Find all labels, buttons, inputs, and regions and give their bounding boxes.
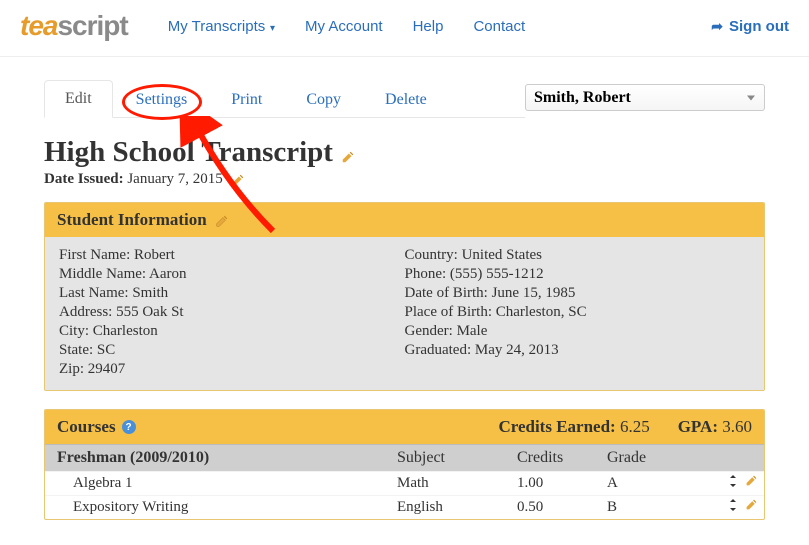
tab-bar: Edit Settings Print Copy Delete xyxy=(44,79,525,118)
tab-print[interactable]: Print xyxy=(210,81,283,118)
city-value: Charleston xyxy=(93,323,158,339)
course-row: Expository Writing English 0.50 B xyxy=(45,495,764,519)
course-credits: 1.00 xyxy=(517,475,607,492)
nav-links: My Transcripts ▾ My Account Help Contact… xyxy=(168,18,789,35)
gpa-label: GPA: xyxy=(678,417,718,436)
last-name-label: Last Name: xyxy=(59,285,129,301)
course-row: Algebra 1 Math 1.00 A xyxy=(45,471,764,495)
courses-panel: Courses ? Credits Earned: 6.25 GPA: 3.60… xyxy=(44,409,765,520)
date-issued: Date Issued: January 7, 2015 xyxy=(44,171,765,188)
nav-my-transcripts-label: My Transcripts xyxy=(168,18,266,35)
state-label: State: xyxy=(59,342,93,358)
gender-label: Gender: xyxy=(405,323,453,339)
gender-value: Male xyxy=(457,323,488,339)
course-name: Algebra 1 xyxy=(73,475,397,492)
credits-earned-value: 6.25 xyxy=(620,417,650,436)
address-label: Address: xyxy=(59,304,112,320)
delete-course-icon[interactable] xyxy=(764,498,765,517)
sign-out-link[interactable]: ➦ Sign out xyxy=(711,18,789,35)
country-label: Country: xyxy=(405,247,458,263)
title-row: High School Transcript xyxy=(44,136,765,169)
nav-my-account[interactable]: My Account xyxy=(305,18,383,35)
tab-edit[interactable]: Edit xyxy=(44,80,113,118)
sign-out-icon: ➦ xyxy=(711,18,723,35)
course-subject: Math xyxy=(397,475,517,492)
state-value: SC xyxy=(97,342,115,358)
country-value: United States xyxy=(462,247,542,263)
reorder-icon[interactable] xyxy=(727,498,739,517)
first-name-label: First Name: xyxy=(59,247,130,263)
student-info-header-label: Student Information xyxy=(57,210,207,230)
tabs-row: Edit Settings Print Copy Delete Smith, R… xyxy=(44,79,765,118)
first-name-value: Robert xyxy=(134,247,175,263)
edit-date-icon[interactable] xyxy=(231,173,245,187)
pob-label: Place of Birth: xyxy=(405,304,492,320)
student-info-right-col: Country: United States Phone: (555) 555-… xyxy=(405,247,751,380)
graduated-value: May 24, 2013 xyxy=(475,342,559,358)
gpa-value: 3.60 xyxy=(722,417,752,436)
nav-my-transcripts[interactable]: My Transcripts ▾ xyxy=(168,18,275,35)
graduated-label: Graduated: xyxy=(405,342,472,358)
last-name-value: Smith xyxy=(132,285,168,301)
zip-value: 29407 xyxy=(88,361,126,377)
dob-label: Date of Birth: xyxy=(405,285,488,301)
logo-part1: tea xyxy=(20,10,57,41)
phone-value: (555) 555-1212 xyxy=(450,266,544,282)
dob-value: June 15, 1985 xyxy=(492,285,576,301)
tab-delete[interactable]: Delete xyxy=(364,81,448,118)
nav-help[interactable]: Help xyxy=(413,18,444,35)
edit-title-icon[interactable] xyxy=(341,150,355,164)
help-icon[interactable]: ? xyxy=(122,420,136,434)
courses-header-label: Courses xyxy=(57,417,116,437)
pob-value: Charleston, SC xyxy=(496,304,587,320)
edit-course-icon[interactable] xyxy=(745,474,758,493)
col-credits: Credits xyxy=(517,449,607,467)
student-info-panel: Student Information First Name: Robert M… xyxy=(44,202,765,391)
caret-down-icon: ▾ xyxy=(267,23,275,34)
course-subject: English xyxy=(397,499,517,516)
delete-course-icon[interactable] xyxy=(764,474,765,493)
city-label: City: xyxy=(59,323,89,339)
reorder-icon[interactable] xyxy=(727,474,739,493)
address-value: 555 Oak St xyxy=(116,304,184,320)
credits-earned-label: Credits Earned: xyxy=(498,417,615,436)
student-select-container: Smith, Robert xyxy=(525,84,765,111)
nav-contact[interactable]: Contact xyxy=(473,18,525,35)
logo: teascript xyxy=(20,10,128,42)
date-issued-label: Date Issued: xyxy=(44,171,124,187)
date-issued-value: January 7, 2015 xyxy=(127,171,222,187)
tab-settings-label: Settings xyxy=(136,91,188,108)
tab-settings[interactable]: Settings xyxy=(115,81,209,118)
middle-name-label: Middle Name: xyxy=(59,266,146,282)
course-grade: B xyxy=(607,499,697,516)
courses-header: Courses ? Credits Earned: 6.25 GPA: 3.60 xyxy=(45,410,764,444)
tab-copy[interactable]: Copy xyxy=(285,81,362,118)
zip-label: Zip: xyxy=(59,361,84,377)
col-grade: Grade xyxy=(607,449,697,467)
top-navbar: teascript My Transcripts ▾ My Account He… xyxy=(0,0,809,57)
year-label: Freshman (2009/2010) xyxy=(57,449,397,467)
phone-label: Phone: xyxy=(405,266,447,282)
middle-name-value: Aaron xyxy=(149,266,187,282)
course-name: Expository Writing xyxy=(73,499,397,516)
course-grade: A xyxy=(607,475,697,492)
col-subject: Subject xyxy=(397,449,517,467)
student-info-left-col: First Name: Robert Middle Name: Aaron La… xyxy=(59,247,405,380)
course-credits: 0.50 xyxy=(517,499,607,516)
edit-course-icon[interactable] xyxy=(745,498,758,517)
student-info-header: Student Information xyxy=(45,203,764,237)
logo-part2: script xyxy=(57,10,127,41)
sign-out-label: Sign out xyxy=(729,18,789,35)
student-select[interactable]: Smith, Robert xyxy=(525,84,765,111)
page-title: High School Transcript xyxy=(44,136,333,169)
student-info-body: First Name: Robert Middle Name: Aaron La… xyxy=(45,237,764,390)
edit-student-info-icon[interactable] xyxy=(215,213,229,227)
year-header-row: Freshman (2009/2010) Subject Credits Gra… xyxy=(45,444,764,471)
